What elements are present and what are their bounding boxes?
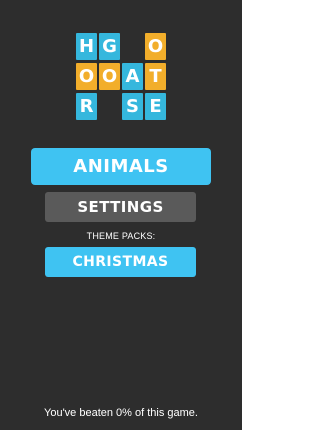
main-menu-screen: H G O O O A T R S E ANIMALS SETTINGS THE…: [0, 0, 242, 430]
progress-text: You've beaten 0% of this game.: [44, 407, 198, 419]
animals-play-button[interactable]: ANIMALS: [31, 148, 211, 185]
christmas-theme-button[interactable]: CHRISTMAS: [45, 247, 196, 277]
logo-tile: A: [122, 63, 143, 90]
settings-button[interactable]: SETTINGS: [45, 192, 196, 222]
logo-tile: S: [122, 93, 143, 120]
logo-tile: O: [99, 63, 120, 90]
theme-packs-label: THEME PACKS:: [86, 231, 156, 241]
logo-tile: O: [145, 33, 166, 60]
logo-tile: T: [145, 63, 166, 90]
game-logo: H G O O O A T R S E: [76, 33, 166, 121]
logo-tile: G: [99, 33, 120, 60]
logo-tile: O: [76, 63, 97, 90]
logo-tile: E: [145, 93, 166, 120]
logo-tile: H: [76, 33, 97, 60]
logo-tile: R: [76, 93, 97, 120]
